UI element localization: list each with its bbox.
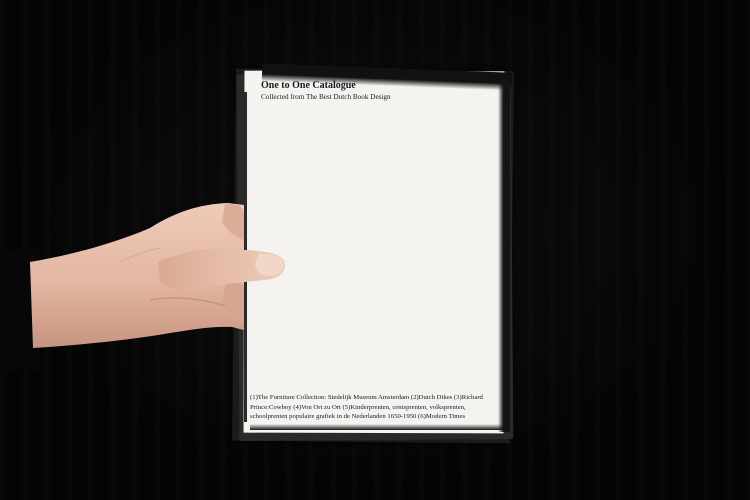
photo-scene: One to One Catalogue Collected from The … [0, 0, 750, 500]
hand-holding-catalogue [30, 203, 286, 348]
